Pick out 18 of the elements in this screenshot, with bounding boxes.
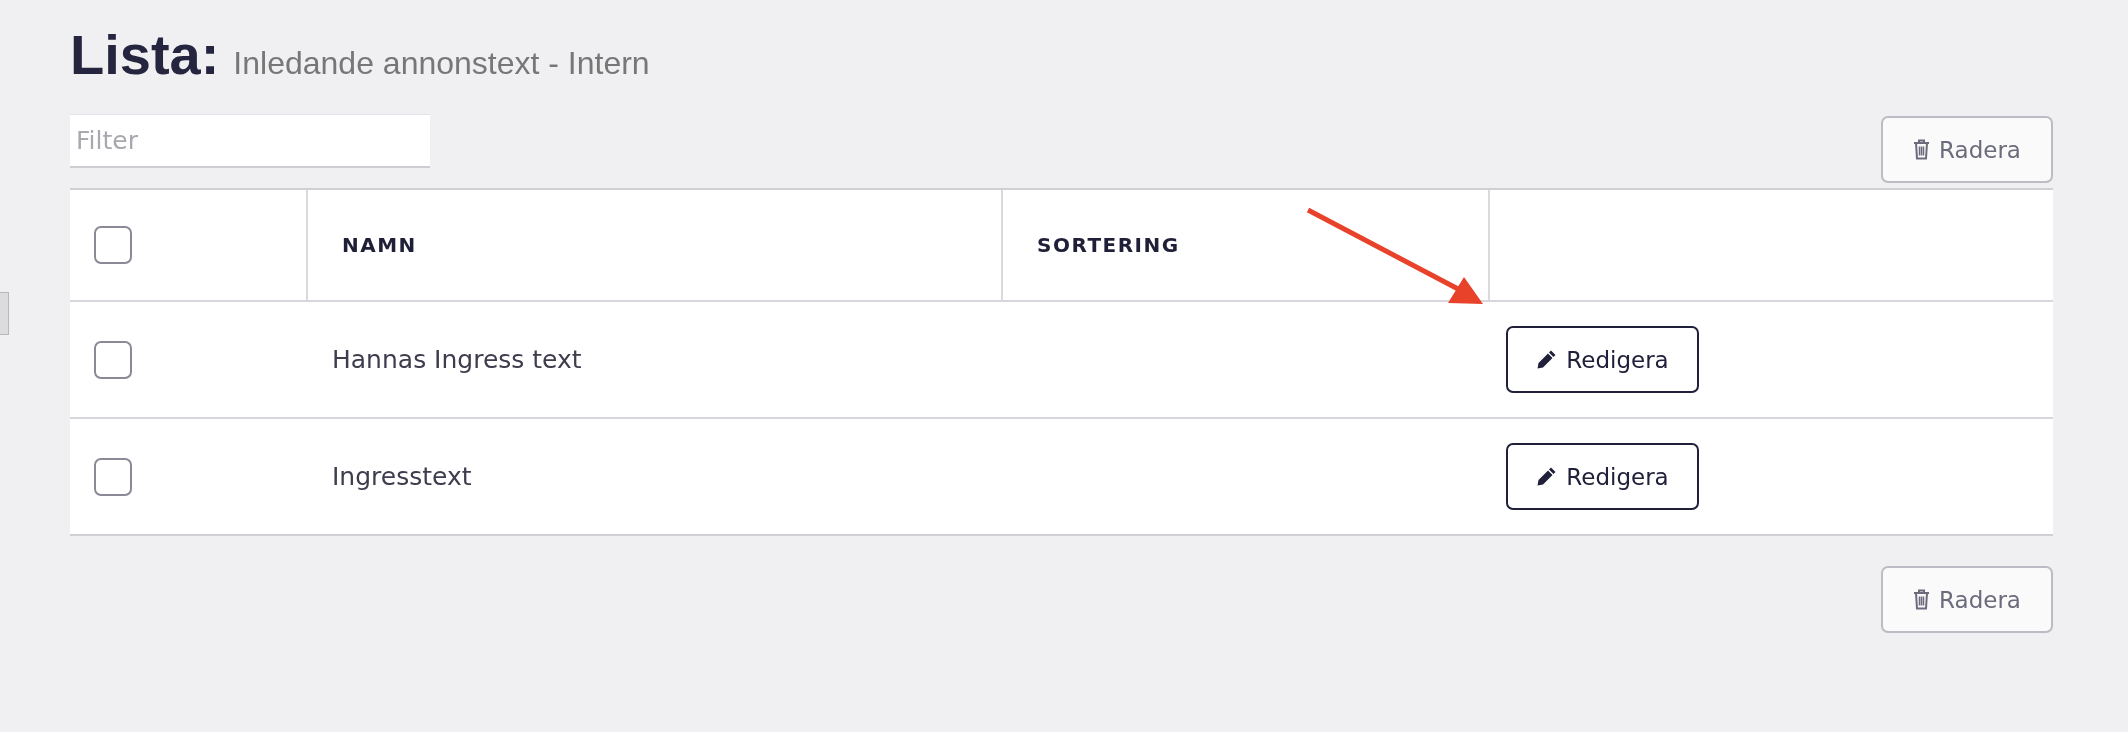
column-header: NAMN xyxy=(341,233,417,257)
name-cell-text: Ingresstext xyxy=(331,462,472,491)
column-header: SORTERING xyxy=(1036,233,1180,257)
filter-field[interactable]: Filter xyxy=(70,114,430,168)
checkbox[interactable] xyxy=(94,226,132,264)
edit-button[interactable]: Redigera xyxy=(1506,326,1699,393)
trash-icon xyxy=(1913,139,1931,160)
delete-button[interactable]: Radera xyxy=(1881,566,2053,633)
checkbox[interactable] xyxy=(94,340,132,379)
page-title: Lista: xyxy=(70,22,220,87)
checkbox[interactable] xyxy=(94,457,132,496)
pencil-icon xyxy=(1536,349,1558,370)
pencil-icon xyxy=(1536,466,1558,487)
trash-icon xyxy=(1913,589,1931,610)
delete-button[interactable]: Radera xyxy=(1881,116,2053,183)
page-subtitle: Inledande annonstext - Intern xyxy=(233,45,650,82)
name-cell-text: Hannas Ingress text xyxy=(331,345,582,374)
edit-button[interactable]: Redigera xyxy=(1506,443,1699,510)
